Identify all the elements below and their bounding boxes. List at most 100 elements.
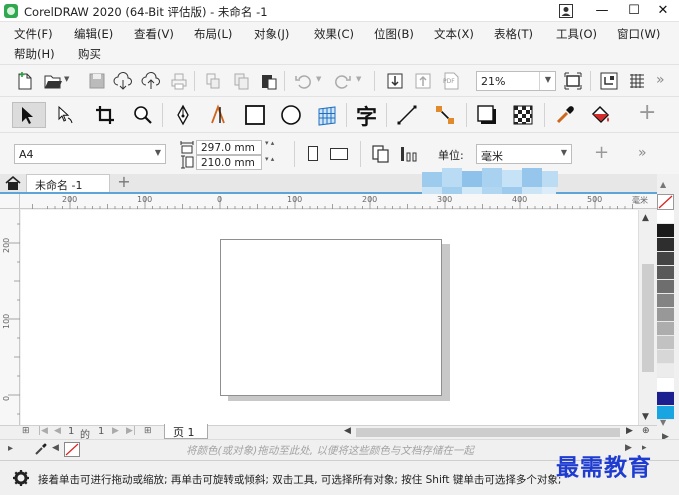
fill-tool-icon[interactable]	[590, 104, 612, 126]
export-icon[interactable]	[412, 70, 434, 92]
color-swatch[interactable]	[657, 224, 674, 238]
cut-icon[interactable]	[202, 70, 224, 92]
last-page-icon[interactable]: ▶|	[126, 426, 136, 436]
page-width-stepper[interactable]: ▾ ▴	[265, 139, 274, 147]
color-swatch[interactable]	[657, 378, 674, 392]
paste-icon[interactable]	[258, 70, 280, 92]
add-tool-icon[interactable]: +	[638, 100, 656, 125]
menu-file[interactable]: 文件(F)	[14, 26, 53, 42]
landscape-icon[interactable]	[330, 148, 348, 160]
snap-icon[interactable]	[598, 70, 620, 92]
crop-tool-icon[interactable]	[94, 104, 116, 126]
copy-icon[interactable]	[230, 70, 252, 92]
page-height-input[interactable]: 210.0 mm	[196, 155, 262, 170]
drop-shadow-icon[interactable]	[476, 104, 498, 126]
page-width-input[interactable]: 297.0 mm	[196, 140, 262, 155]
menu-buy[interactable]: 购买	[78, 46, 101, 62]
color-swatch[interactable]	[657, 364, 674, 378]
gear-icon[interactable]	[12, 469, 30, 487]
menu-window[interactable]: 窗口(W)	[617, 26, 660, 42]
rectangle-tool-icon[interactable]	[244, 104, 266, 126]
current-page-number[interactable]: 1	[68, 426, 74, 437]
palette-scroll-down-icon[interactable]: ▼	[660, 418, 666, 427]
color-swatch[interactable]	[657, 294, 674, 308]
current-page-icon[interactable]	[398, 143, 420, 165]
redo-dropdown-arrow[interactable]: ▼	[356, 75, 361, 83]
zoom-level-select[interactable]: 21% ▼	[476, 71, 556, 91]
menu-text[interactable]: 文本(X)	[434, 26, 474, 42]
menu-view[interactable]: 查看(V)	[134, 26, 174, 42]
menu-layout[interactable]: 布局(L)	[194, 26, 232, 42]
page-height-stepper[interactable]: ▾ ▴	[265, 155, 274, 163]
next-page-icon[interactable]: ▶	[112, 426, 119, 436]
menu-help[interactable]: 帮助(H)	[14, 46, 55, 62]
vertical-scroll-thumb[interactable]	[642, 264, 654, 372]
pen-tool-icon[interactable]	[172, 104, 194, 126]
add-property-icon[interactable]: +	[594, 142, 609, 163]
open-icon[interactable]	[42, 70, 64, 92]
add-page-icon[interactable]: ⊞	[144, 426, 152, 436]
undo-dropdown-arrow[interactable]: ▼	[316, 75, 321, 83]
no-color-swatch[interactable]	[657, 194, 674, 210]
transparency-icon[interactable]	[512, 104, 534, 126]
eyedropper-icon[interactable]	[34, 442, 48, 456]
document-page[interactable]	[220, 239, 442, 396]
palette-scroll-up-icon[interactable]: ▲	[660, 180, 666, 189]
first-page-icon[interactable]: |◀	[38, 426, 48, 436]
page-tab[interactable]: 页 1	[164, 424, 208, 439]
color-swatch[interactable]	[657, 336, 674, 350]
color-swatch[interactable]	[657, 266, 674, 280]
options-icon[interactable]	[626, 70, 648, 92]
more-icon[interactable]: »	[638, 145, 647, 161]
scroll-right-icon[interactable]: ▶	[626, 426, 633, 436]
shape-tool-icon[interactable]	[54, 104, 76, 126]
color-swatch[interactable]	[657, 322, 674, 336]
pick-tool-icon[interactable]	[16, 104, 38, 126]
units-select[interactable]: 毫米 ▼	[476, 144, 572, 164]
save-icon[interactable]	[86, 70, 108, 92]
menu-table[interactable]: 表格(T)	[494, 26, 533, 42]
scroll-down-icon[interactable]: ▼	[642, 412, 649, 422]
maximize-button[interactable]: ☐	[618, 0, 650, 22]
redo-icon[interactable]	[332, 70, 354, 92]
no-color-swatch[interactable]	[64, 442, 80, 457]
docker-left-icon[interactable]: ◀	[52, 443, 59, 453]
color-swatch[interactable]	[657, 392, 674, 406]
docker-arrow-icon[interactable]: ▸	[8, 443, 13, 454]
account-icon[interactable]	[558, 3, 574, 19]
eyedropper-icon[interactable]	[554, 104, 576, 126]
new-document-icon[interactable]	[14, 70, 36, 92]
horizontal-scroll-thumb[interactable]	[356, 428, 620, 437]
color-swatch[interactable]	[657, 280, 674, 294]
prev-page-icon[interactable]: ◀	[54, 426, 61, 436]
home-icon[interactable]	[2, 174, 24, 192]
menu-bitmaps[interactable]: 位图(B)	[374, 26, 414, 42]
page-settings-icon[interactable]: ⊞	[22, 426, 30, 436]
color-swatch[interactable]	[657, 210, 674, 224]
ellipse-tool-icon[interactable]	[280, 104, 302, 126]
text-tool-icon[interactable]: 字	[356, 101, 377, 131]
ruler-origin[interactable]	[0, 194, 20, 209]
menu-effects[interactable]: 效果(C)	[314, 26, 354, 42]
color-swatch[interactable]	[657, 350, 674, 364]
paper-size-select[interactable]: A4 ▼	[14, 144, 166, 164]
print-icon[interactable]	[168, 70, 190, 92]
vertical-ruler[interactable]: 200 100 0	[0, 209, 20, 425]
close-button[interactable]: ✕	[647, 0, 679, 22]
menu-edit[interactable]: 编辑(E)	[74, 26, 113, 42]
menu-object[interactable]: 对象(J)	[254, 26, 289, 42]
color-swatch[interactable]	[657, 252, 674, 266]
scroll-up-icon[interactable]: ▲	[642, 213, 649, 223]
full-screen-icon[interactable]	[562, 70, 584, 92]
document-tab[interactable]: 未命名 -1	[26, 174, 110, 192]
import-icon[interactable]	[384, 70, 406, 92]
color-swatch[interactable]	[657, 308, 674, 322]
horizontal-ruler[interactable]: 200 100 0 100 200 300 400 500 毫米	[20, 194, 657, 209]
menu-tools[interactable]: 工具(O)	[556, 26, 597, 42]
grid-tool-icon[interactable]	[316, 104, 338, 126]
cloud-upload-icon[interactable]	[140, 70, 162, 92]
open-dropdown-arrow[interactable]: ▼	[64, 75, 69, 83]
cloud-download-icon[interactable]	[112, 70, 134, 92]
coreldraw-app-icon[interactable]	[4, 4, 18, 18]
navigator-icon[interactable]: ⊕	[642, 426, 650, 436]
